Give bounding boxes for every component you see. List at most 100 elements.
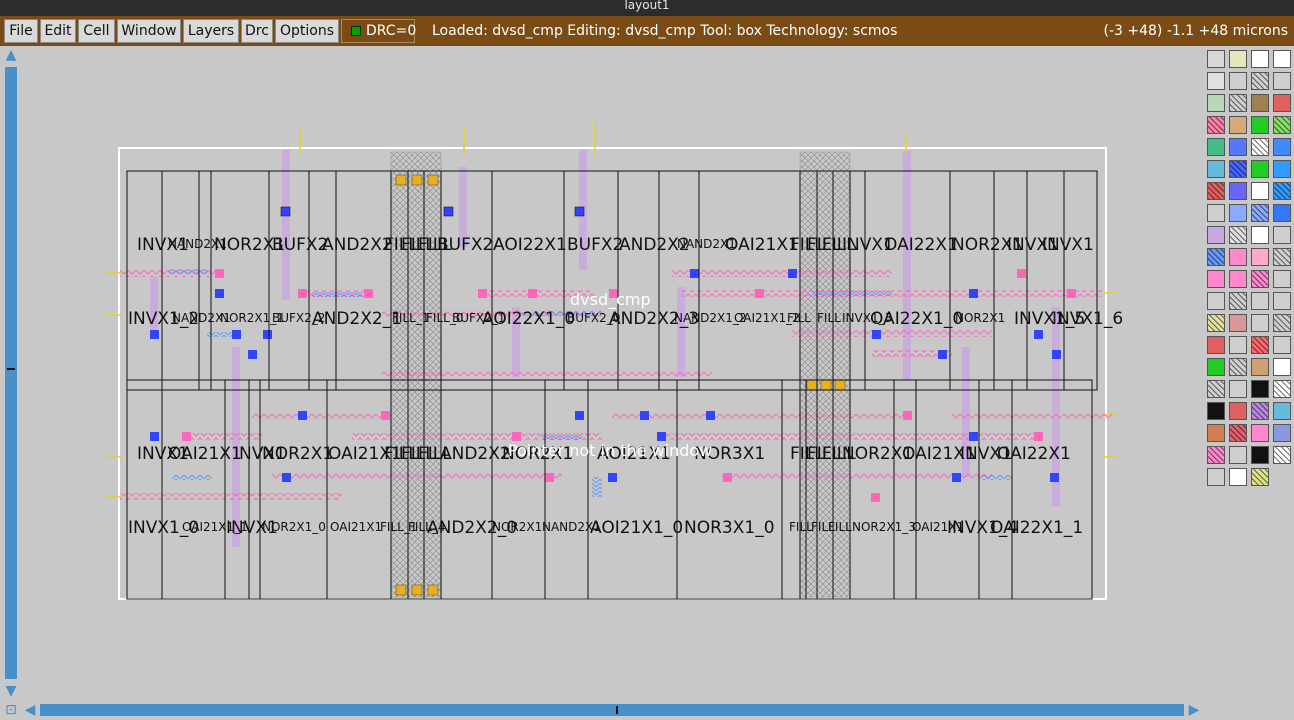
layer-swatch-10[interactable] xyxy=(1251,94,1269,112)
menu-drc[interactable]: Drc xyxy=(241,19,273,43)
cell-type-label: NOR2X1 xyxy=(262,444,334,464)
layer-swatch-23[interactable] xyxy=(1273,160,1291,178)
layer-swatch-29[interactable] xyxy=(1229,204,1247,222)
pointer-status-message: Pointer not in the window xyxy=(508,441,713,460)
layer-swatch-78[interactable] xyxy=(1251,468,1269,486)
menu-cell[interactable]: Cell xyxy=(78,19,115,43)
layer-swatch-25[interactable] xyxy=(1229,182,1247,200)
layer-swatch-15[interactable] xyxy=(1273,116,1291,134)
layer-swatch-21[interactable] xyxy=(1229,160,1247,178)
layer-swatch-32[interactable] xyxy=(1207,226,1225,244)
layer-swatch-50[interactable] xyxy=(1251,314,1269,332)
menu-edit[interactable]: Edit xyxy=(40,19,76,43)
layer-swatch-47[interactable] xyxy=(1273,292,1291,310)
layer-swatch-46[interactable] xyxy=(1251,292,1269,310)
layer-swatch-33[interactable] xyxy=(1229,226,1247,244)
layer-swatch-4[interactable] xyxy=(1207,72,1225,90)
layer-swatch-43[interactable] xyxy=(1273,270,1291,288)
drc-count-button[interactable]: DRC=0 xyxy=(341,19,416,43)
layer-swatch-39[interactable] xyxy=(1273,248,1291,266)
layer-swatch-59[interactable] xyxy=(1273,358,1291,376)
layer-swatch-22[interactable] xyxy=(1251,160,1269,178)
horizontal-scrollbar[interactable]: ⊡ ◀ ▶ xyxy=(0,701,1206,719)
layer-swatch-35[interactable] xyxy=(1273,226,1291,244)
menu-window[interactable]: Window xyxy=(117,19,181,43)
layer-swatch-36[interactable] xyxy=(1207,248,1225,266)
layer-swatch-5[interactable] xyxy=(1229,72,1247,90)
layer-swatch-75[interactable] xyxy=(1273,446,1291,464)
scroll-left-arrow-icon[interactable]: ◀ xyxy=(22,702,38,718)
layer-swatch-27[interactable] xyxy=(1273,182,1291,200)
layer-swatch-58[interactable] xyxy=(1251,358,1269,376)
layer-swatch-64[interactable] xyxy=(1207,402,1225,420)
layer-swatch-60[interactable] xyxy=(1207,380,1225,398)
layer-swatch-41[interactable] xyxy=(1229,270,1247,288)
layer-swatch-57[interactable] xyxy=(1229,358,1247,376)
vertical-scroll-thumb[interactable] xyxy=(5,67,17,679)
layer-swatch-65[interactable] xyxy=(1229,402,1247,420)
layer-swatch-12[interactable] xyxy=(1207,116,1225,134)
layer-swatch-54[interactable] xyxy=(1251,336,1269,354)
layer-swatch-8[interactable] xyxy=(1207,94,1225,112)
layer-swatch-19[interactable] xyxy=(1273,138,1291,156)
layer-swatch-37[interactable] xyxy=(1229,248,1247,266)
layer-swatch-77[interactable] xyxy=(1229,468,1247,486)
menu-options[interactable]: Options xyxy=(275,19,339,43)
layer-swatch-68[interactable] xyxy=(1207,424,1225,442)
layer-swatch-26[interactable] xyxy=(1251,182,1269,200)
layer-swatch-7[interactable] xyxy=(1273,72,1291,90)
layer-swatch-52[interactable] xyxy=(1207,336,1225,354)
layer-swatch-38[interactable] xyxy=(1251,248,1269,266)
layer-swatch-51[interactable] xyxy=(1273,314,1291,332)
layer-swatch-34[interactable] xyxy=(1251,226,1269,244)
scroll-right-arrow-icon[interactable]: ▶ xyxy=(1186,702,1202,718)
layer-swatch-63[interactable] xyxy=(1273,380,1291,398)
layout-canvas[interactable]: INVX1 NAND2X1 NOR2X1 BUFX2 AND2X2 FILL F… xyxy=(22,47,1202,701)
horizontal-scroll-thumb[interactable] xyxy=(40,704,1184,716)
layer-swatch-17[interactable] xyxy=(1229,138,1247,156)
layer-swatch-45[interactable] xyxy=(1229,292,1247,310)
layer-swatch-30[interactable] xyxy=(1251,204,1269,222)
menu-file[interactable]: File xyxy=(4,19,38,43)
layer-swatch-61[interactable] xyxy=(1229,380,1247,398)
scroll-home-icon[interactable]: ⊡ xyxy=(3,702,19,718)
layer-swatch-16[interactable] xyxy=(1207,138,1225,156)
cell-type-label: AOI22X1 xyxy=(493,235,567,255)
layer-swatch-71[interactable] xyxy=(1273,424,1291,442)
layer-swatch-53[interactable] xyxy=(1229,336,1247,354)
layer-swatch-72[interactable] xyxy=(1207,446,1225,464)
layer-swatch-42[interactable] xyxy=(1251,270,1269,288)
layer-swatch-74[interactable] xyxy=(1251,446,1269,464)
layer-swatch-1[interactable] xyxy=(1229,50,1247,68)
layer-swatch-67[interactable] xyxy=(1273,402,1291,420)
layer-swatch-24[interactable] xyxy=(1207,182,1225,200)
layer-swatch-76[interactable] xyxy=(1207,468,1225,486)
layer-swatch-0[interactable] xyxy=(1207,50,1225,68)
scroll-up-arrow-icon[interactable]: ▲ xyxy=(3,47,19,63)
layer-swatch-48[interactable] xyxy=(1207,314,1225,332)
layer-swatch-20[interactable] xyxy=(1207,160,1225,178)
layer-swatch-73[interactable] xyxy=(1229,446,1247,464)
layer-swatch-28[interactable] xyxy=(1207,204,1225,222)
layer-swatch-66[interactable] xyxy=(1251,402,1269,420)
scroll-down-arrow-icon[interactable]: ▼ xyxy=(3,683,19,699)
layer-swatch-31[interactable] xyxy=(1273,204,1291,222)
layer-swatch-6[interactable] xyxy=(1251,72,1269,90)
layer-swatch-69[interactable] xyxy=(1229,424,1247,442)
layer-swatch-14[interactable] xyxy=(1251,116,1269,134)
layer-swatch-2[interactable] xyxy=(1251,50,1269,68)
vertical-scrollbar[interactable]: ▲ ▼ xyxy=(2,47,20,701)
layer-swatch-49[interactable] xyxy=(1229,314,1247,332)
layer-swatch-9[interactable] xyxy=(1229,94,1247,112)
menu-layers[interactable]: Layers xyxy=(183,19,239,43)
layer-swatch-56[interactable] xyxy=(1207,358,1225,376)
layer-swatch-3[interactable] xyxy=(1273,50,1291,68)
layer-swatch-13[interactable] xyxy=(1229,116,1247,134)
layer-swatch-40[interactable] xyxy=(1207,270,1225,288)
layer-swatch-70[interactable] xyxy=(1251,424,1269,442)
layer-swatch-55[interactable] xyxy=(1273,336,1291,354)
layer-swatch-18[interactable] xyxy=(1251,138,1269,156)
layer-swatch-62[interactable] xyxy=(1251,380,1269,398)
layer-swatch-11[interactable] xyxy=(1273,94,1291,112)
layer-swatch-44[interactable] xyxy=(1207,292,1225,310)
